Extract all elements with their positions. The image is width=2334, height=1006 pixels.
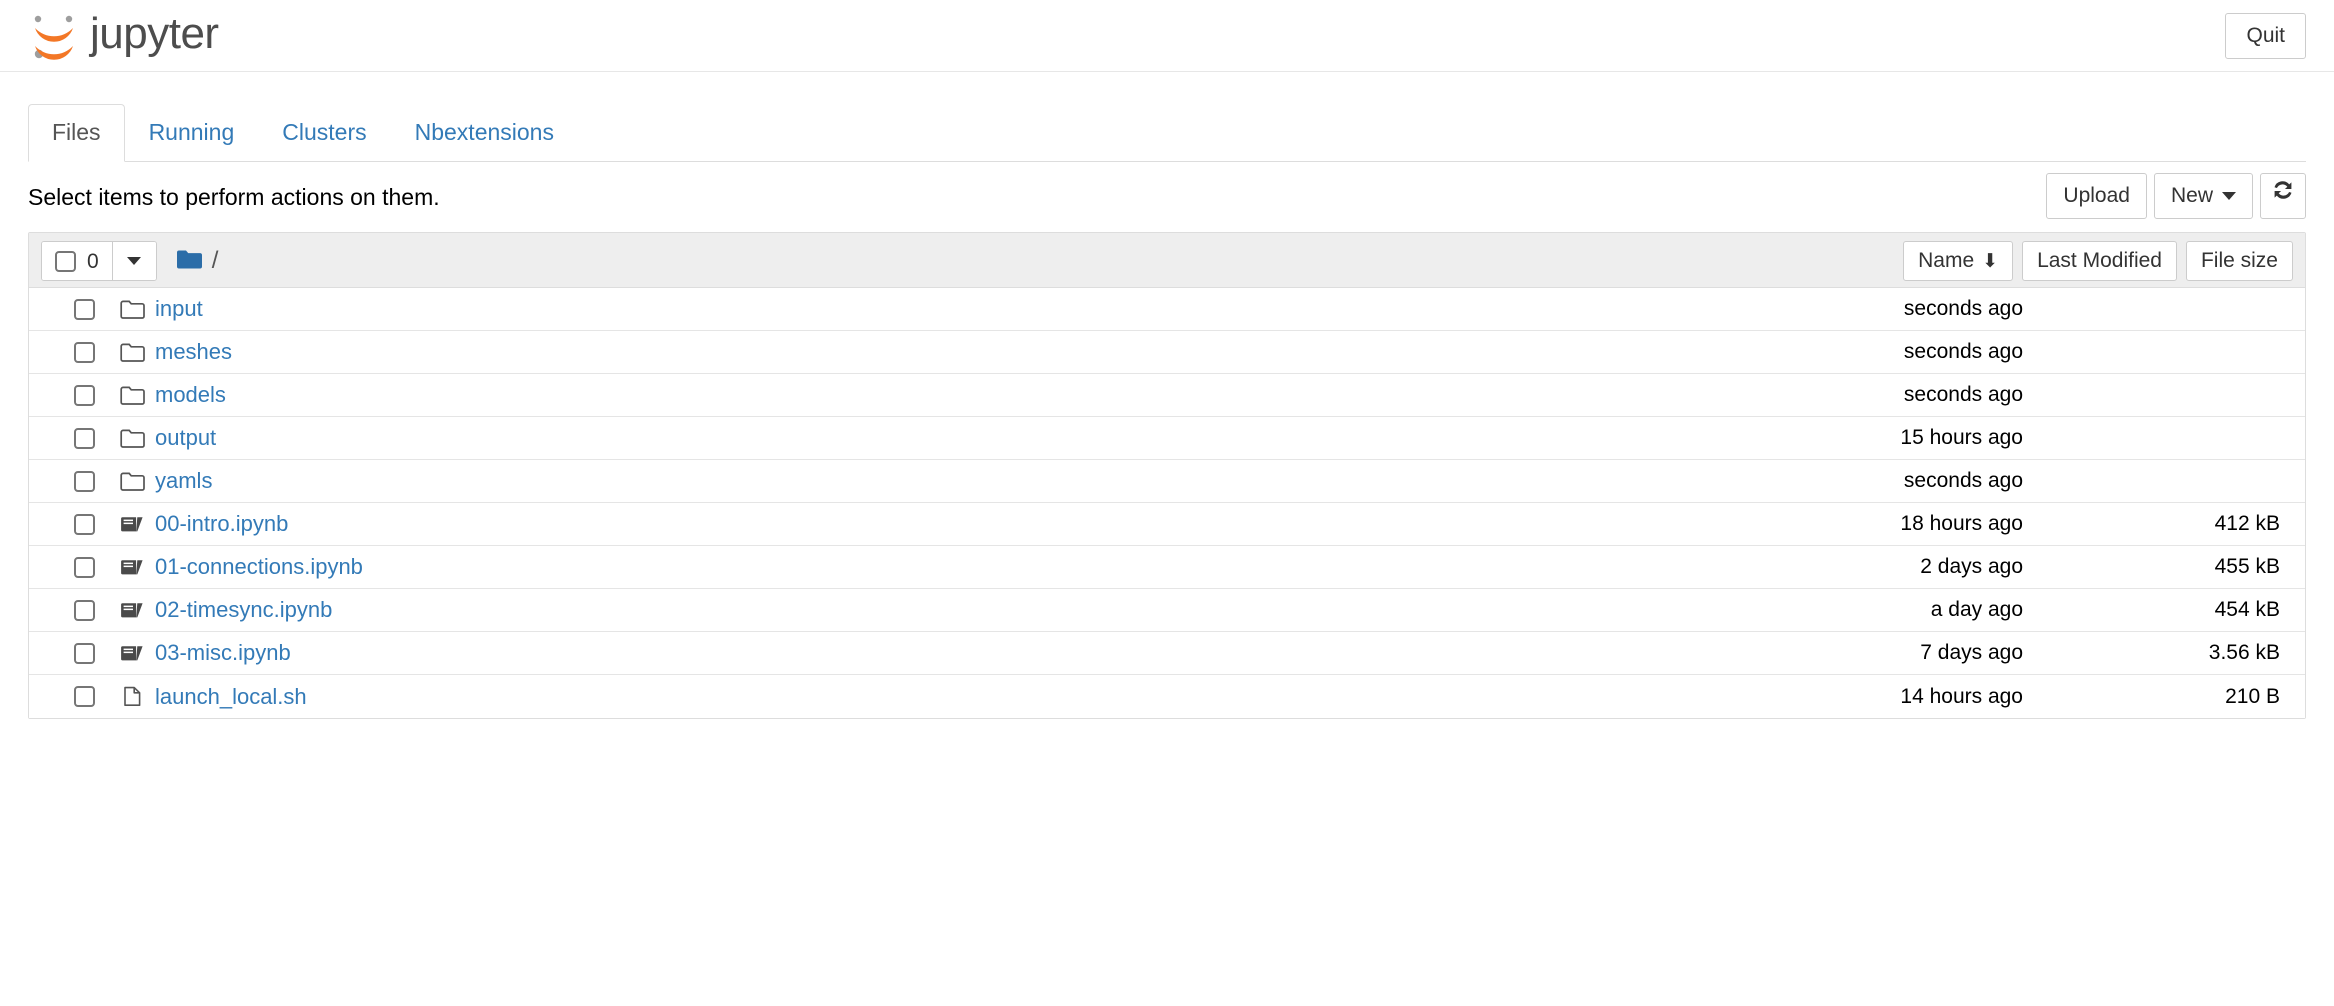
quit-button[interactable]: Quit [2225,13,2306,59]
select-all-group: 0 [41,241,157,281]
file-icon [120,686,145,707]
refresh-button[interactable] [2260,173,2306,219]
select-all-control[interactable]: 0 [42,242,112,280]
table-row[interactable]: launch_local.sh 14 hours ago 210 B [29,675,2305,718]
chevron-down-icon [127,257,142,265]
file-name-link[interactable]: 00-intro.ipynb [155,513,288,535]
table-row[interactable]: 03-misc.ipynb 7 days ago 3.56 kB [29,632,2305,675]
file-size: 454 kB [2214,598,2280,621]
row-checkbox[interactable] [74,642,95,664]
file-name-link[interactable]: models [155,384,226,406]
row-checkbox[interactable] [74,341,95,363]
table-row[interactable]: 00-intro.ipynb 18 hours ago 412 kB [29,503,2305,546]
sort-by-modified-button[interactable]: Last Modified [2022,241,2177,281]
row-checkbox[interactable] [74,513,95,535]
folder-icon [120,342,145,363]
chevron-down-icon [2222,192,2236,200]
file-modified: 14 hours ago [1900,684,2023,708]
file-modified: a day ago [1930,598,2023,621]
select-dropdown-button[interactable] [111,242,156,280]
table-row[interactable]: yamls seconds ago [29,460,2305,503]
folder-icon [120,299,145,320]
table-row[interactable]: 02-timesync.ipynb a day ago 454 kB [29,589,2305,632]
sort-by-name-button[interactable]: Name ⬇ [1903,241,2014,281]
file-modified: 7 days ago [1920,641,2023,664]
file-name-link[interactable]: input [155,298,203,320]
file-list-header-right: Name ⬇ Last Modified File size [1903,241,2293,281]
row-checkbox[interactable] [74,298,95,320]
file-list-header-left: 0 / [41,241,218,281]
file-modified: 2 days ago [1920,555,2023,578]
jupyter-home-link[interactable]: jupyter [28,0,219,72]
file-list-header: 0 / Name ⬇ Last Modified File size [29,233,2305,288]
breadcrumb-path[interactable]: / [212,249,219,273]
file-name-link[interactable]: 02-timesync.ipynb [155,599,332,621]
file-rows: input seconds ago meshes seconds ago models s… [29,288,2305,718]
tab-clusters-link[interactable]: Clusters [258,104,390,162]
selected-count: 0 [87,249,99,273]
row-checkbox[interactable] [74,686,95,707]
file-size: 3.56 kB [2208,641,2280,664]
selection-hint-text: Select items to perform actions on them. [28,184,440,210]
row-checkbox[interactable] [74,470,95,492]
file-list-container: 0 / Name ⬇ Last Modified File size input… [28,232,2306,719]
notebook-icon [120,600,145,621]
row-checkbox[interactable] [74,599,95,621]
row-checkbox[interactable] [74,427,95,449]
sort-name-label: Name [1918,249,1975,272]
file-modified: 18 hours ago [1900,512,2023,535]
table-row[interactable]: meshes seconds ago [29,331,2305,374]
checkbox-unchecked-icon[interactable] [55,250,76,272]
file-size: 412 kB [2214,512,2280,535]
brand-title: jupyter [90,8,219,58]
folder-icon [120,471,145,492]
tab-bar-wrapper: Files Running Clusters Nbextensions [28,72,2306,162]
tab-nbextensions-link[interactable]: Nbextensions [391,104,578,162]
file-name-link[interactable]: launch_local.sh [155,685,307,708]
new-button-label: New [2170,184,2213,207]
file-size: 455 kB [2214,555,2280,578]
jupyter-logo-icon [28,10,80,62]
sort-descending-arrow-icon: ⬇ [1982,250,1999,272]
upload-button[interactable]: Upload [2046,173,2147,219]
tab-files[interactable]: Files [28,104,125,162]
file-name-link[interactable]: meshes [155,341,232,363]
file-modified: seconds ago [1903,297,2023,320]
refresh-icon [2271,174,2295,218]
row-checkbox[interactable] [74,384,95,406]
row-checkbox[interactable] [74,556,95,578]
tab-nbextensions[interactable]: Nbextensions [391,104,578,162]
notebook-icon [120,557,145,578]
file-modified: 15 hours ago [1900,426,2023,449]
table-row[interactable]: 01-connections.ipynb 2 days ago 455 kB [29,546,2305,589]
file-modified: seconds ago [1903,383,2023,406]
folder-icon [120,385,145,406]
file-modified: seconds ago [1903,340,2023,363]
tab-clusters[interactable]: Clusters [258,104,390,162]
file-name-link[interactable]: output [155,427,216,449]
top-navbar: jupyter Quit [0,0,2334,72]
file-modified: seconds ago [1903,469,2023,492]
new-button[interactable]: New [2153,173,2253,219]
file-name-link[interactable]: yamls [155,470,212,492]
file-size: 210 B [2225,684,2280,708]
action-toolbar: Select items to perform actions on them.… [28,162,2306,232]
folder-icon [120,428,145,449]
tab-bar: Files Running Clusters Nbextensions [28,104,2306,162]
table-row[interactable]: models seconds ago [29,374,2305,417]
file-name-link[interactable]: 03-misc.ipynb [155,642,291,664]
tab-running[interactable]: Running [125,104,259,162]
notebook-icon [120,643,145,664]
sort-by-size-button[interactable]: File size [2185,241,2293,281]
table-row[interactable]: output 15 hours ago [29,417,2305,460]
tab-running-link[interactable]: Running [125,104,259,162]
folder-filled-icon[interactable] [176,248,203,275]
breadcrumb: / [176,248,219,275]
toolbar-buttons: Upload New [2046,173,2306,219]
table-row[interactable]: input seconds ago [29,288,2305,331]
file-name-link[interactable]: 01-connections.ipynb [155,556,363,578]
tab-files-link[interactable]: Files [28,104,125,162]
notebook-icon [120,514,145,535]
